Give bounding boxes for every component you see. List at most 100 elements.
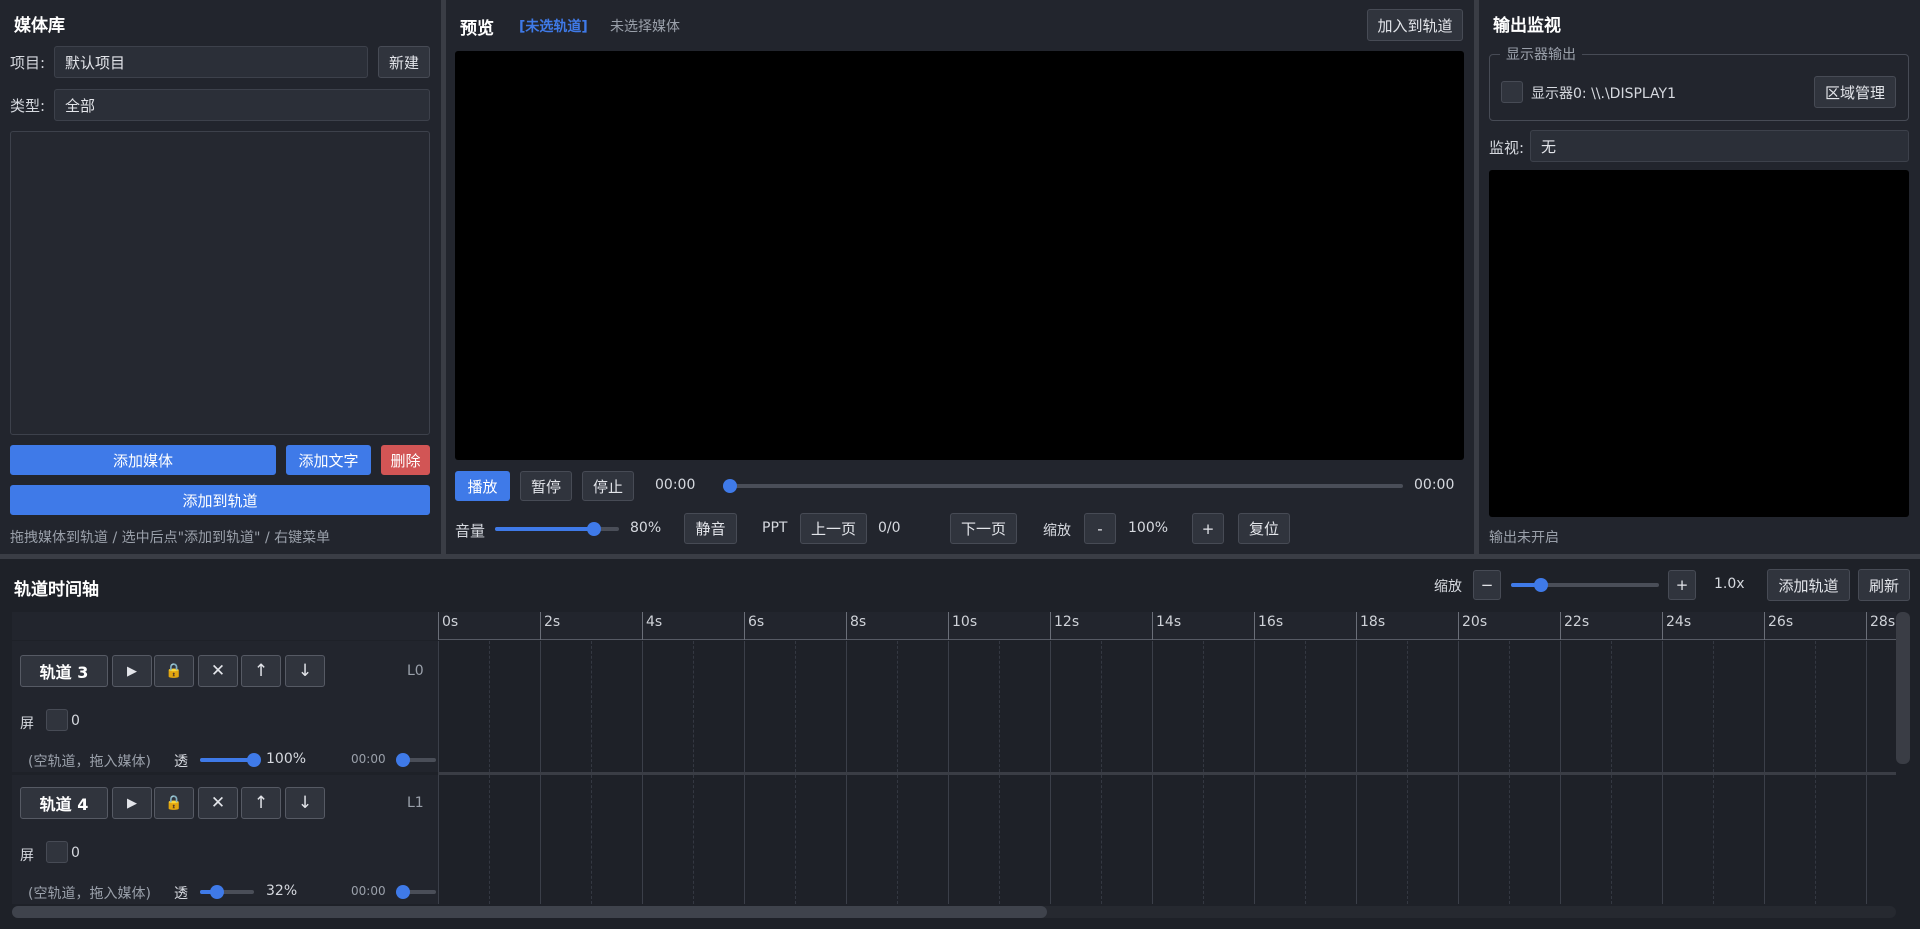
ruler-tick: 18s: [1356, 612, 1385, 640]
preview-title: 预览: [460, 19, 494, 39]
opacity-slider[interactable]: [200, 753, 261, 767]
opacity-slider[interactable]: [200, 885, 254, 899]
track-position-slider[interactable]: [396, 753, 436, 767]
ruler-tick-label: 22s: [1564, 614, 1590, 630]
refresh-button[interactable]: 刷新: [1858, 569, 1910, 601]
timeline-gridline: [1662, 641, 1663, 772]
move-down-icon[interactable]: ↓: [285, 655, 325, 687]
track-name-button[interactable]: 轨道 3: [20, 655, 108, 687]
play-icon[interactable]: ▶: [112, 787, 152, 819]
timeline-gridline: [1560, 775, 1561, 904]
timeline-horizontal-scrollbar[interactable]: [12, 906, 1047, 918]
volume-value: 80%: [630, 520, 662, 536]
lock-icon[interactable]: 🔒: [154, 655, 194, 687]
track-position-slider[interactable]: [396, 885, 436, 899]
move-up-icon[interactable]: ↑: [241, 655, 281, 687]
new-project-button[interactable]: 新建: [378, 46, 430, 78]
track-lane[interactable]: [438, 775, 1896, 904]
timeline-gridline: [948, 641, 949, 772]
timeline-vertical-scrollbar[interactable]: [1896, 612, 1910, 764]
timeline-zoom-label: 缩放: [1434, 579, 1462, 595]
ruler-tick-label: 20s: [1462, 614, 1488, 630]
track-layer-label: L0: [407, 663, 424, 679]
ruler-tick-label: 12s: [1054, 614, 1080, 630]
ruler-tick-label: 6s: [748, 614, 765, 630]
preview-zoom-plus-button[interactable]: +: [1192, 513, 1224, 544]
add-track-button[interactable]: 添加轨道: [1767, 569, 1850, 601]
preview-zoom-minus-button[interactable]: -: [1084, 513, 1116, 544]
move-down-icon[interactable]: ↓: [285, 787, 325, 819]
track-name-button[interactable]: 轨道 4: [20, 787, 108, 819]
timeline-gridline: [1560, 641, 1561, 772]
timeline-zoom-value: 1.0x: [1714, 576, 1745, 592]
add-media-button[interactable]: 添加媒体: [10, 445, 276, 475]
next-page-button[interactable]: 下一页: [950, 513, 1017, 544]
ruler-tick-label: 8s: [850, 614, 867, 630]
timeline-zoom-minus-button[interactable]: −: [1473, 570, 1501, 600]
timeline-zoom-slider[interactable]: [1511, 578, 1659, 592]
stop-button[interactable]: 停止: [582, 471, 634, 501]
volume-slider[interactable]: [495, 522, 619, 536]
ruler-tick-label: 24s: [1666, 614, 1692, 630]
opacity-knob[interactable]: [210, 885, 224, 899]
opacity-knob[interactable]: [247, 753, 261, 767]
project-select-value: 默认项目: [65, 53, 126, 72]
ruler-tick: 12s: [1050, 612, 1079, 640]
play-icon[interactable]: ▶: [112, 655, 152, 687]
media-list[interactable]: [10, 131, 430, 435]
timeline-gridline: [795, 641, 796, 772]
display-checkbox[interactable]: [1501, 81, 1523, 103]
remove-icon[interactable]: ✕: [198, 655, 238, 687]
track-position-knob[interactable]: [396, 885, 410, 899]
monitor-select[interactable]: 无: [1530, 130, 1909, 162]
timeline-gridline: [489, 641, 490, 772]
empty-track-hint: (空轨道，拖入媒体): [28, 754, 151, 770]
app-root: 媒体库 项目: 默认项目 新建 类型: 全部 添加媒体 添加文字 删除 添加到轨…: [0, 0, 1920, 929]
timeline-zoom-knob[interactable]: [1534, 578, 1548, 592]
preview-zoom-value: 100%: [1128, 520, 1169, 536]
timeline-gridline: [1815, 775, 1816, 904]
page-counter: 0/0: [878, 520, 901, 536]
track-lane[interactable]: [438, 641, 1896, 772]
join-track-button[interactable]: 加入到轨道: [1367, 9, 1463, 41]
type-select[interactable]: 全部: [54, 89, 430, 121]
ruler-tick: 14s: [1152, 612, 1181, 640]
timeline-zoom-plus-button[interactable]: +: [1668, 570, 1696, 600]
timeline-gridline: [1356, 641, 1357, 772]
prev-page-button[interactable]: 上一页: [800, 513, 867, 544]
screen-checkbox[interactable]: [46, 841, 68, 863]
timeline-gridline: [1866, 775, 1867, 904]
timeline-gridline: [540, 641, 541, 772]
timeline-gridline: [1050, 775, 1051, 904]
region-manage-button[interactable]: 区域管理: [1814, 76, 1896, 108]
timeline-gridline: [438, 641, 439, 772]
project-select[interactable]: 默认项目: [54, 46, 368, 78]
screen-checkbox[interactable]: [46, 709, 68, 731]
progress-slider[interactable]: [723, 479, 1403, 493]
pause-button[interactable]: 暂停: [520, 471, 572, 501]
ruler-tick-label: 2s: [544, 614, 561, 630]
timeline-gridline: [897, 641, 898, 772]
remove-icon[interactable]: ✕: [198, 787, 238, 819]
preview-video-area[interactable]: [455, 51, 1464, 460]
preview-reset-button[interactable]: 复位: [1238, 513, 1290, 544]
timeline-gridline: [693, 775, 694, 904]
track-position-knob[interactable]: [396, 753, 410, 767]
volume-knob[interactable]: [587, 522, 601, 536]
timeline-gridline: [744, 775, 745, 904]
timeline-gridline: [1152, 775, 1153, 904]
move-up-icon[interactable]: ↑: [241, 787, 281, 819]
lock-icon[interactable]: 🔒: [154, 787, 194, 819]
mute-button[interactable]: 静音: [684, 513, 737, 544]
progress-knob[interactable]: [723, 479, 737, 493]
timeline-gridline: [948, 775, 949, 904]
add-text-button[interactable]: 添加文字: [286, 445, 371, 475]
play-button[interactable]: 播放: [455, 471, 510, 501]
time-ruler[interactable]: 0s 2s 4s 6s 8s 10s 12s 14s 16s 18s 20s 22s 24s 26s 28s: [438, 612, 1896, 640]
add-to-track-button[interactable]: 添加到轨道: [10, 485, 430, 515]
timeline-gridline: [1305, 775, 1306, 904]
timeline-gridline: [1509, 641, 1510, 772]
timeline-gridline: [1101, 641, 1102, 772]
ruler-tick-label: 10s: [952, 614, 978, 630]
delete-media-button[interactable]: 删除: [381, 445, 430, 475]
